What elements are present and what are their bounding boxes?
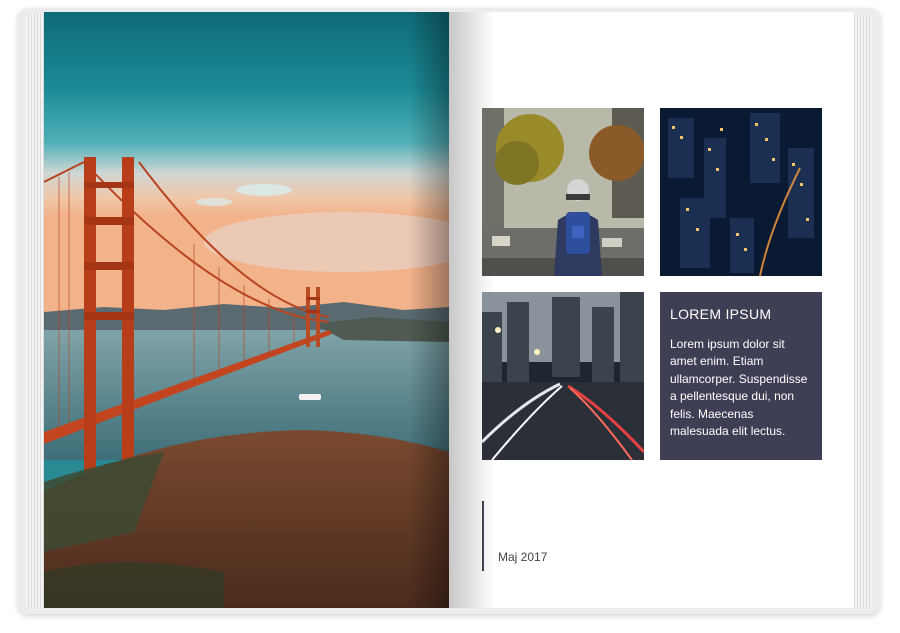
card-heading: LOREM IPSUM [670,306,772,322]
date-label: Maj 2017 [498,550,548,564]
date-rule [482,501,484,571]
backpacker-street-photo [482,108,644,276]
gutter-shadow [409,12,449,608]
right-page: LOREM IPSUM Lorem ipsum dolor sit amet e… [449,12,854,608]
traffic-light-trails-photo [482,292,644,460]
city-night-aerial-photo [660,108,822,276]
photo-book: LOREM IPSUM Lorem ipsum dolor sit amet e… [18,8,880,614]
left-page [44,12,449,608]
golden-gate-bridge-photo [44,12,449,608]
card-body: Lorem ipsum dolor sit amet enim. Etiam u… [670,337,808,439]
text-card: LOREM IPSUM Lorem ipsum dolor sit amet e… [660,292,822,460]
